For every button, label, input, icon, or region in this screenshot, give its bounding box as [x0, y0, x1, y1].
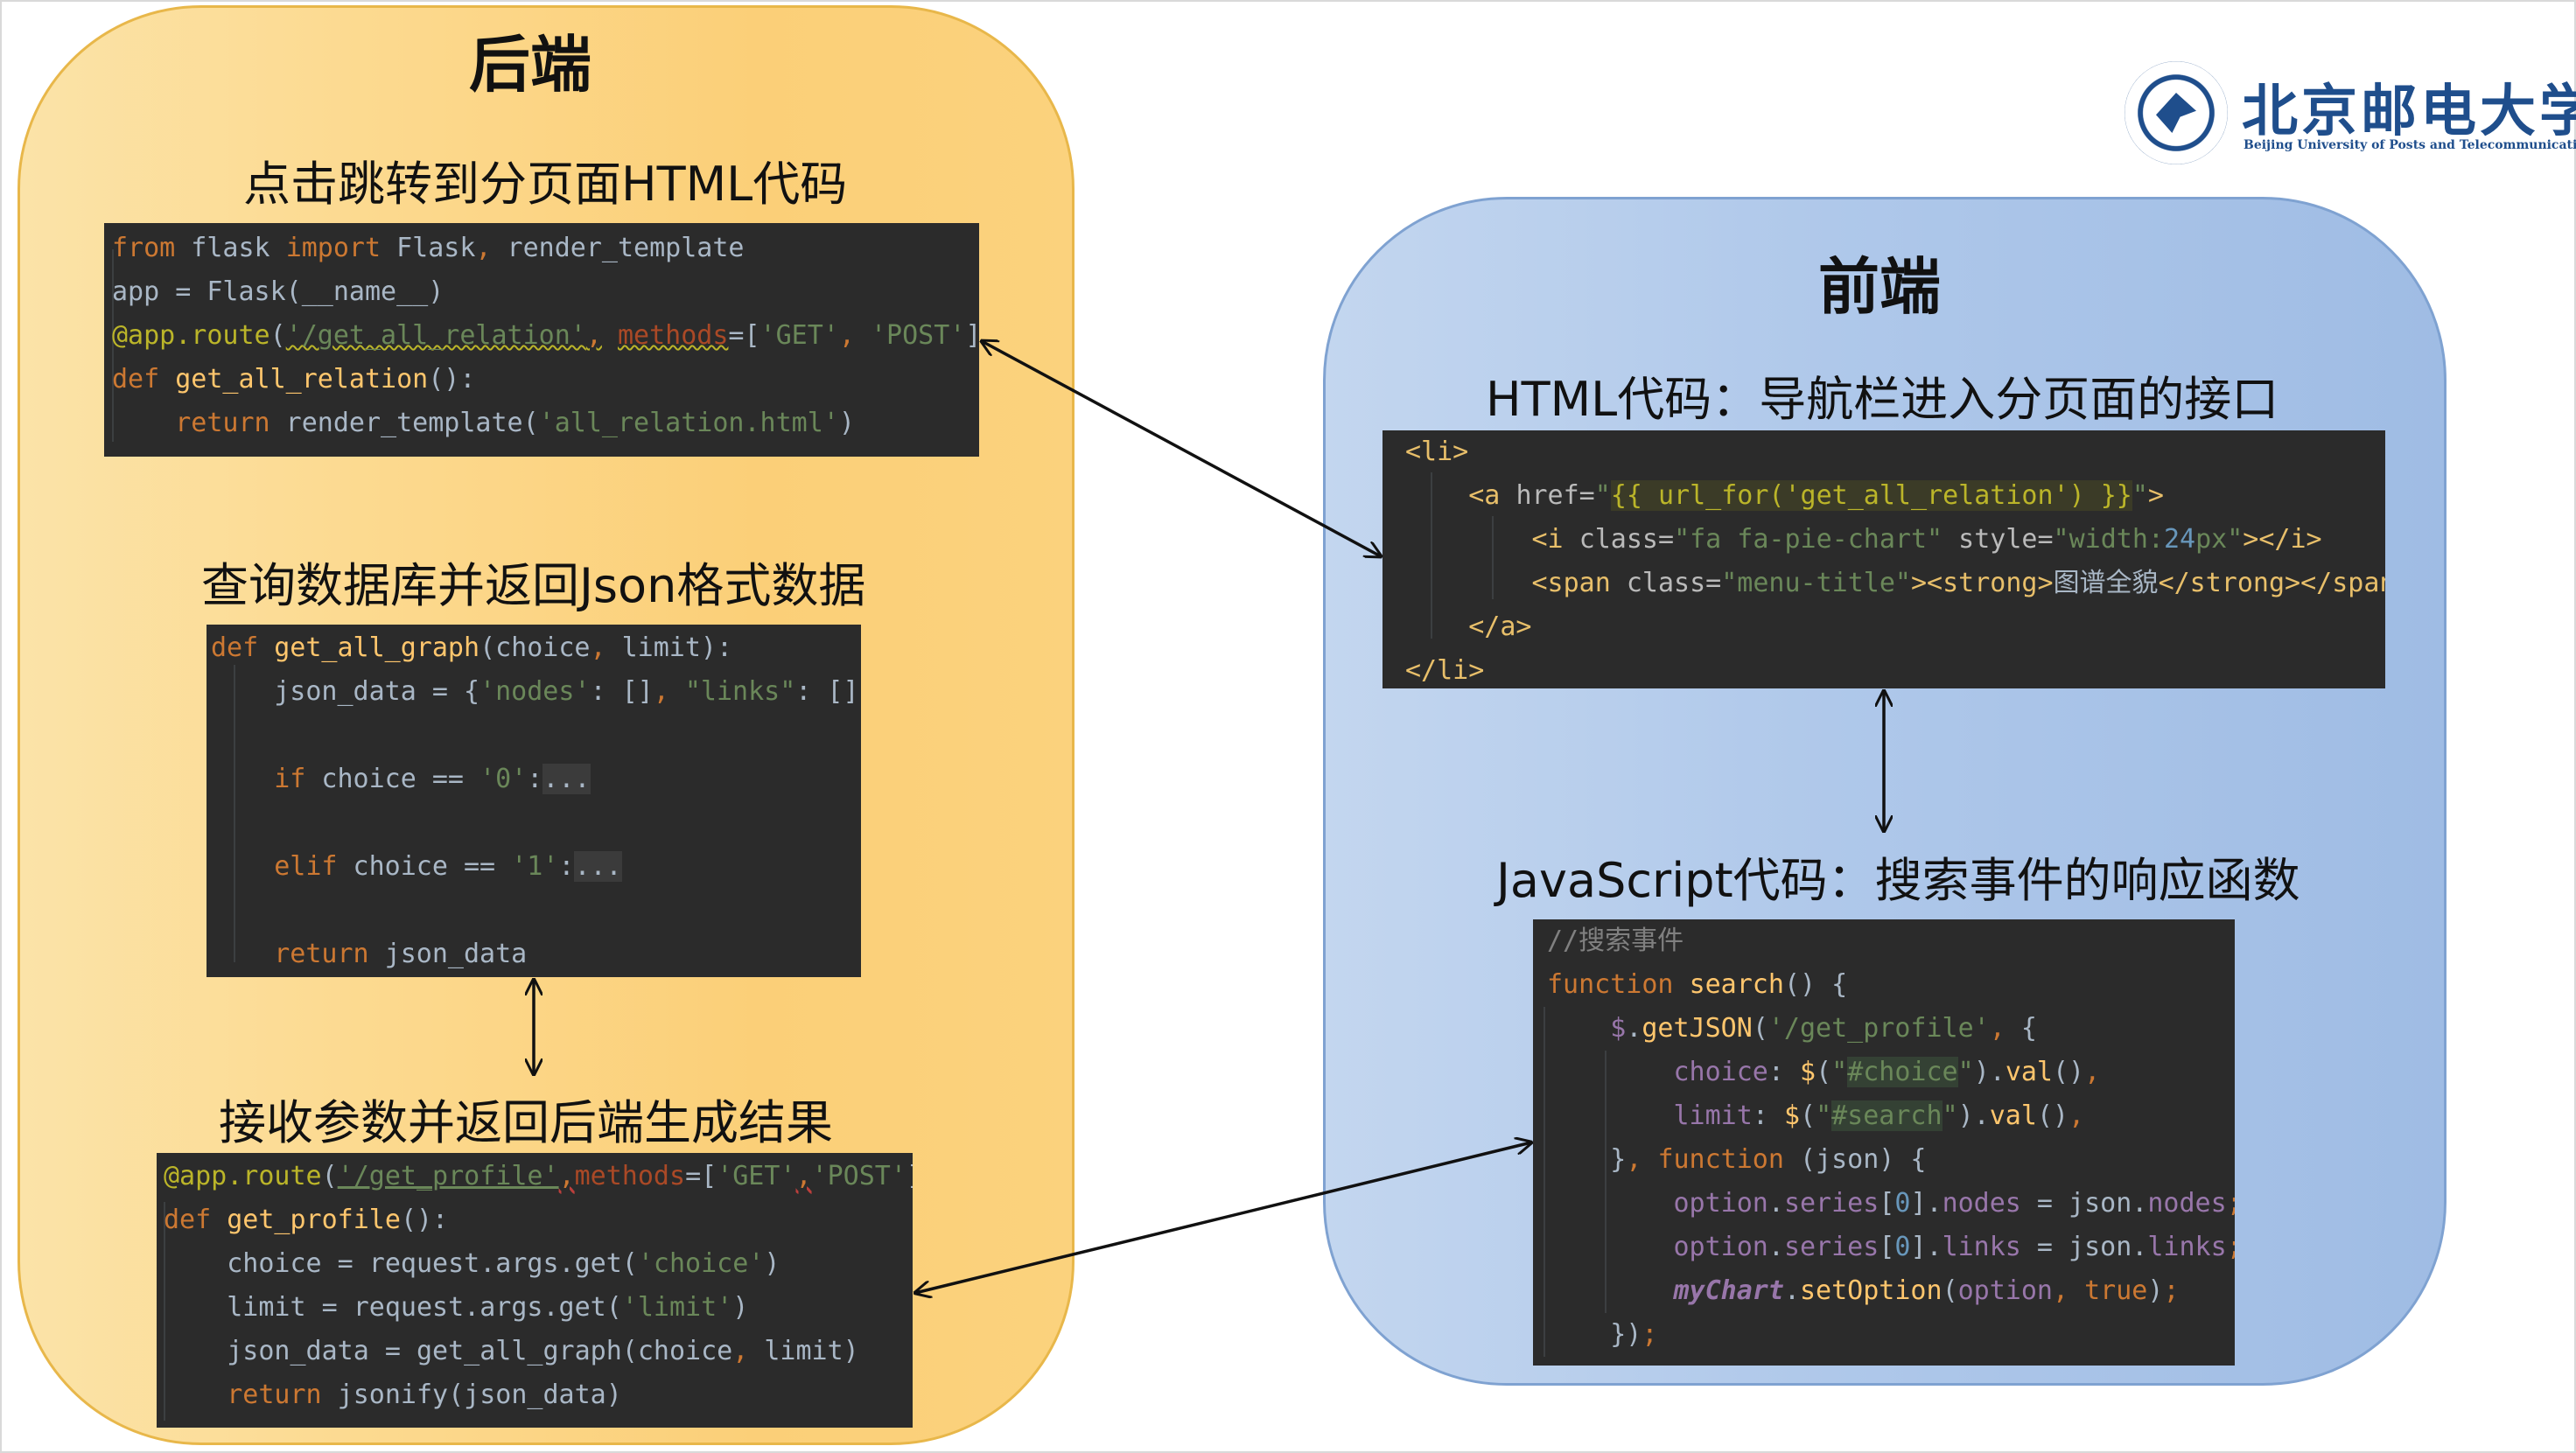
connector-arrows — [0, 0, 2576, 1453]
arrow-route-to-html — [982, 341, 1381, 556]
arrow-profile-to-js — [915, 1142, 1531, 1293]
